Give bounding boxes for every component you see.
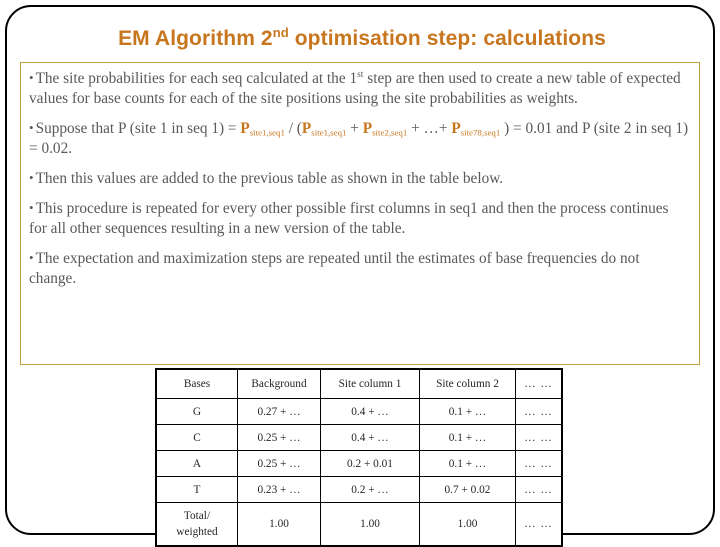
total-label-line-1: Total/ [183,509,211,522]
table-body: G 0.27 + … 0.4 + … 0.1 + … … … C 0.25 + … [155,398,563,547]
bullet-4-text: This procedure is repeated for every oth… [29,200,669,238]
cell-base: G [155,398,238,425]
cell-site-2: 0.1 + … [419,398,516,425]
probability-variable-4: Psite78,seq1 [451,120,500,137]
table-row: C 0.25 + … 0.4 + … 0.1 + … … … [155,424,563,451]
p-symbol-4: P [451,120,461,138]
content-box: • The site probabilities for each seq cal… [20,62,700,365]
bullet-1-text-part-1: The site probabilities for each seq calc… [35,70,358,87]
table-row: G 0.27 + … 0.4 + … 0.1 + … … … [155,398,563,425]
cell-site-1: 0.2 + 0.01 [320,450,420,477]
cell-total-more: … … [515,502,563,547]
cell-base: C [155,424,238,451]
table-row: A 0.25 + … 0.2 + 0.01 0.1 + … … … [155,450,563,477]
slide-frame: EM Algorithm 2nd optimisation step: calc… [5,5,717,547]
cell-site-1: 0.2 + … [320,476,420,503]
cell-base: A [155,450,238,477]
p-symbol-3: P [362,120,373,138]
bullet-item-5: • The expectation and maximization steps … [29,249,689,289]
column-header-bases: Bases [155,368,238,399]
cell-total-site-2: 1.00 [419,502,516,547]
column-header-background: Background [237,368,321,399]
table-header-row: Bases Background Site column 1 Site colu… [155,368,563,399]
p-subscript-1: site1,seq1 [249,127,285,138]
cell-total-site-1: 1.00 [320,502,420,547]
p-subscript-2: site1,seq1 [311,127,347,138]
bullet-3-text: Then this values are added to the previo… [35,170,504,188]
probability-variable-2: Psite1,seq1 [302,120,347,137]
title-text-part-2: optimisation step: calculations [288,27,606,50]
cell-background: 0.25 + … [237,424,321,451]
bullet-item-1: • The site probabilities for each seq cal… [29,69,689,109]
cell-background: 0.23 + … [237,476,321,503]
bullet-2-lead-text: Suppose that P (site 1 in seq 1) = [35,120,241,138]
p-symbol-1: P [240,120,250,138]
table-header: Bases Background Site column 1 Site colu… [155,368,563,399]
cell-background: 0.27 + … [237,398,321,425]
table-row: T 0.23 + … 0.2 + … 0.7 + 0.02 … … [155,476,563,503]
cell-background: 0.25 + … [237,450,321,477]
bullet-2-separator-3: + …+ [407,120,452,138]
bullet-item-3: • Then this values are added to the previ… [29,169,689,189]
title-text-part-1: EM Algorithm 2 [118,27,273,50]
expected-values-table: Bases Background Site column 1 Site colu… [155,368,563,547]
bullet-5-text: The expectation and maximization steps a… [29,250,640,288]
bullet-item-4: • This procedure is repeated for every ot… [29,199,689,239]
cell-more: … … [515,450,563,477]
p-subscript-4: site78,seq1 [460,127,501,138]
total-label-line-2: weighted [176,526,218,538]
column-header-more: … … [515,368,563,399]
cell-base: T [155,476,238,503]
cell-total-background: 1.00 [237,502,321,547]
cell-site-2: 0.7 + 0.02 [419,476,516,503]
p-subscript-3: site2,seq1 [372,127,408,138]
cell-site-1: 0.4 + … [320,398,420,425]
cell-site-2: 0.1 + … [419,450,516,477]
column-header-site-2: Site column 2 [419,368,516,399]
bullet-item-2: • Suppose that P (site 1 in seq 1) = Psit… [29,119,689,159]
cell-more: … … [515,424,563,451]
p-symbol-2: P [301,120,312,138]
bullet-2-separator-2: + [346,120,363,138]
column-header-site-1: Site column 1 [320,368,420,399]
title-superscript: nd [272,25,289,40]
probability-variable-3: Psite2,seq1 [363,120,408,137]
cell-site-2: 0.1 + … [419,424,516,451]
probability-variable-1: Psite1,seq1 [240,120,285,137]
cell-more: … … [515,398,563,425]
cell-total-label: Total/weighted [155,502,238,547]
page-title: EM Algorithm 2nd optimisation step: calc… [7,25,717,51]
cell-more: … … [515,476,563,503]
bullet-2-separator-1: / ( [284,120,302,138]
cell-site-1: 0.4 + … [320,424,420,451]
table-total-row: Total/weighted 1.00 1.00 1.00 … … [155,502,563,547]
